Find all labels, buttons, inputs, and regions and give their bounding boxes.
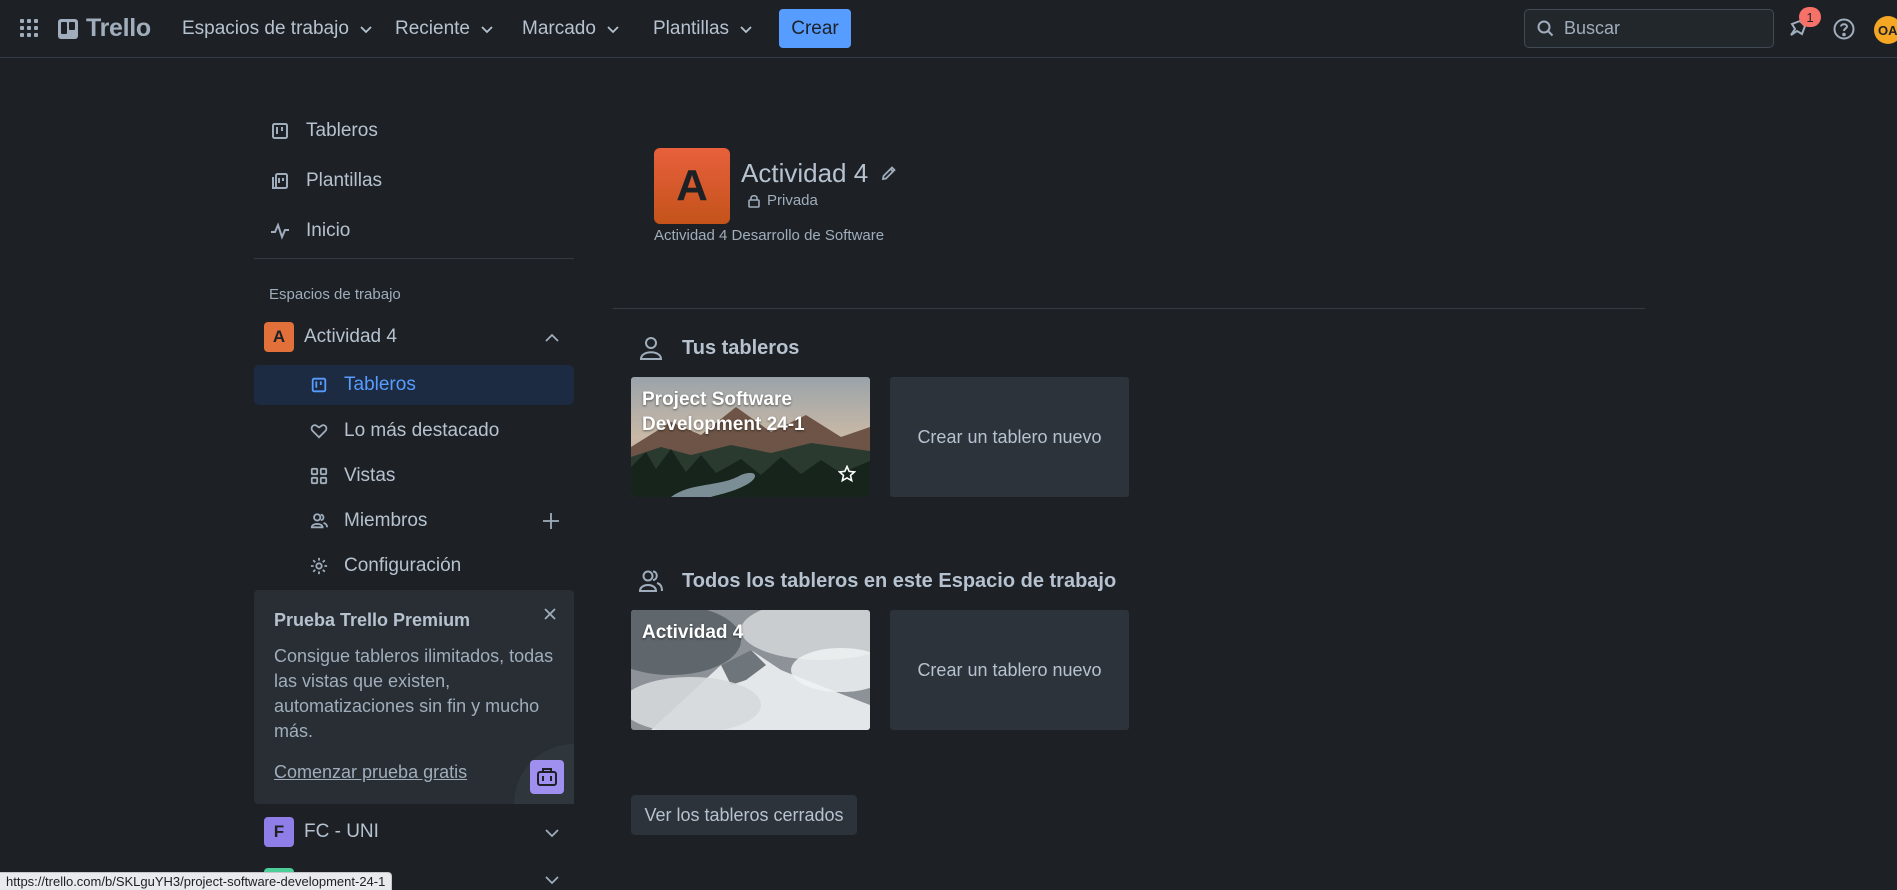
sidebar-subitem-members[interactable]: Miembros xyxy=(254,501,574,541)
workspace-name: Actividad 4 xyxy=(304,326,397,347)
create-button[interactable]: Crear xyxy=(779,9,851,48)
view-closed-boards-button[interactable]: Ver los tableros cerrados xyxy=(631,795,857,835)
workspace-badge: A xyxy=(264,322,294,352)
help-button[interactable] xyxy=(1832,17,1856,41)
nav-workspaces-label: Espacios de trabajo xyxy=(182,18,349,39)
heart-icon xyxy=(310,424,328,439)
grid-icon xyxy=(310,467,328,485)
sidebar-subitem-label: Tableros xyxy=(344,374,416,395)
add-member-icon[interactable] xyxy=(542,512,560,530)
nav-templates[interactable]: Plantillas xyxy=(653,14,753,44)
search-icon xyxy=(1537,20,1554,37)
star-icon[interactable] xyxy=(838,465,856,483)
board-title: Project Software Development 24-1 xyxy=(642,389,805,435)
start-trial-link[interactable]: Comenzar prueba gratis xyxy=(274,762,467,783)
board-title: Actividad 4 xyxy=(642,622,744,643)
trello-logo[interactable]: Trello xyxy=(58,14,151,43)
workspaces-heading: Espacios de trabajo xyxy=(269,286,401,303)
sidebar-subitem-views[interactable]: Vistas xyxy=(254,456,574,496)
gear-icon xyxy=(310,557,328,575)
sidebar-subitem-label: Miembros xyxy=(344,510,428,531)
pulse-icon xyxy=(271,222,289,240)
board-icon xyxy=(272,123,288,139)
create-board-tile[interactable]: Crear un tablero nuevo xyxy=(890,377,1129,497)
sidebar-item-templates[interactable]: Plantillas xyxy=(254,159,574,203)
chevron-down-icon xyxy=(740,26,752,34)
chevron-down-icon xyxy=(607,26,619,34)
workspace-name: FC - UNI xyxy=(304,821,379,842)
premium-trial-promo: Prueba Trello Premium Consigue tableros … xyxy=(254,590,574,804)
sidebar-subitem-settings[interactable]: Configuración xyxy=(254,546,574,586)
your-boards-heading: Tus tableros xyxy=(638,335,799,361)
promo-title: Prueba Trello Premium xyxy=(274,610,471,630)
chevron-down-icon[interactable] xyxy=(544,825,560,841)
chevron-down-icon xyxy=(360,26,372,34)
sidebar-item-label: Plantillas xyxy=(306,170,383,191)
sidebar-subitem-label: Configuración xyxy=(344,555,462,576)
board-tile-project-software[interactable]: Project Software Development 24-1 xyxy=(631,377,870,497)
chevron-down-icon xyxy=(481,26,493,34)
sidebar-subitem-label: Lo más destacado xyxy=(344,420,500,441)
user-avatar[interactable]: OA xyxy=(1874,16,1897,44)
workspace-title: Actividad 4 xyxy=(741,158,869,188)
nav-recent-label: Reciente xyxy=(395,18,470,39)
briefcase-icon xyxy=(530,760,564,794)
workspace-fc-uni[interactable]: F FC - UNI xyxy=(254,810,574,854)
sidebar-subitem-highlights[interactable]: Lo más destacado xyxy=(254,411,574,451)
members-icon xyxy=(310,513,328,529)
workspace-description: Actividad 4 Desarrollo de Software xyxy=(654,227,885,244)
top-navigation-bar: Trello Espacios de trabajo Reciente Marc… xyxy=(0,0,1897,58)
nav-templates-label: Plantillas xyxy=(653,18,730,39)
trello-logo-icon xyxy=(58,18,78,39)
sidebar-item-label: Tableros xyxy=(306,120,378,141)
workspace-logo: A xyxy=(654,148,730,224)
chevron-up-icon[interactable] xyxy=(544,330,560,346)
sidebar-item-home[interactable]: Inicio xyxy=(254,209,574,253)
workspace-privacy: Privada xyxy=(747,192,818,209)
help-icon xyxy=(1833,18,1855,40)
privacy-label: Privada xyxy=(767,192,818,209)
nav-recent[interactable]: Reciente xyxy=(395,14,494,44)
pencil-icon[interactable] xyxy=(880,165,897,182)
notification-count-badge: 1 xyxy=(1799,7,1821,27)
app-switcher-icon[interactable] xyxy=(18,17,40,39)
nav-starred[interactable]: Marcado xyxy=(522,14,620,44)
all-boards-heading: Todos los tableros en este Espacio de tr… xyxy=(638,568,1116,594)
search-input[interactable] xyxy=(1564,18,1764,39)
nav-starred-label: Marcado xyxy=(522,18,596,39)
board-icon xyxy=(311,377,327,393)
chevron-down-icon[interactable] xyxy=(544,872,560,888)
section-title: Todos los tableros en este Espacio de tr… xyxy=(682,569,1117,592)
board-tile-actividad-4[interactable]: Actividad 4 xyxy=(631,610,870,730)
sidebar-subitem-boards[interactable]: Tableros xyxy=(254,365,574,405)
main-divider xyxy=(613,308,1645,309)
app-name: Trello xyxy=(86,14,151,42)
template-icon xyxy=(272,173,288,189)
create-board-tile[interactable]: Crear un tablero nuevo xyxy=(890,610,1129,730)
section-title: Tus tableros xyxy=(682,336,800,359)
workspace-badge: F xyxy=(264,817,294,847)
members-icon xyxy=(638,570,663,592)
nav-workspaces[interactable]: Espacios de trabajo xyxy=(182,14,373,44)
sidebar-item-label: Inicio xyxy=(306,220,351,241)
status-bar-url: https://trello.com/b/SKLguYH3/project-so… xyxy=(0,872,393,890)
user-icon xyxy=(639,337,663,360)
sidebar-subitem-label: Vistas xyxy=(344,465,396,486)
sidebar-divider xyxy=(254,258,574,259)
promo-body: Consigue tableros ilimitados, todas las … xyxy=(274,646,554,741)
search-box[interactable] xyxy=(1524,9,1774,48)
lock-icon xyxy=(748,194,760,208)
workspace-actividad-4[interactable]: A Actividad 4 xyxy=(254,315,574,359)
close-icon[interactable] xyxy=(542,606,558,622)
sidebar-item-boards[interactable]: Tableros xyxy=(254,109,574,153)
